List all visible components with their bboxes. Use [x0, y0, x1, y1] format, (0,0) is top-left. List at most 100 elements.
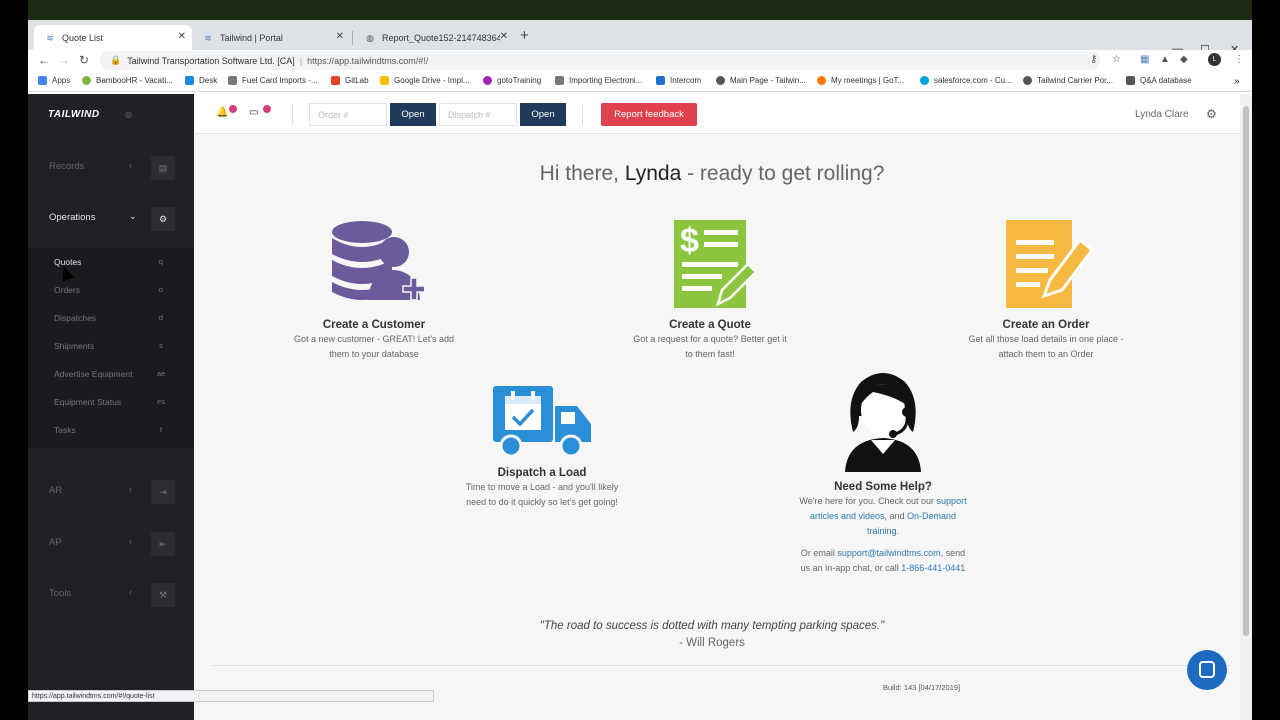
gear-icon[interactable]: ⚙ — [1206, 107, 1217, 121]
bookmark-google-drive[interactable]: Google Drive - Impl... — [380, 76, 470, 85]
bookmark-label: Main Page - Tailwin... — [730, 76, 806, 85]
support-email-link[interactable]: support@tailwindtms.com — [837, 548, 940, 558]
sidebar-item-shipments[interactable]: Shipments — [54, 341, 94, 351]
intercom-chat-button[interactable] — [1187, 650, 1227, 690]
bookmark-gototraining[interactable]: gotoTraining — [483, 76, 541, 85]
bell-icon[interactable]: 🔔 — [216, 107, 228, 118]
bookmark-label: salesforce.com - Cu... — [934, 76, 1012, 85]
message-badge — [263, 105, 271, 113]
close-icon[interactable]: ✕ — [500, 31, 508, 42]
back-arrow-icon[interactable]: ← — [38, 53, 50, 67]
close-icon[interactable]: ✕ — [336, 31, 344, 42]
shortcut-key: ae — [156, 369, 166, 378]
bookmark-intercom[interactable]: Intercom — [656, 76, 701, 85]
bookmark-apps[interactable]: Apps — [38, 76, 70, 85]
sidebar-group-label: AP — [49, 537, 62, 548]
reload-icon[interactable]: ↻ — [79, 53, 89, 67]
key-icon[interactable]: ⚷ — [1090, 54, 1097, 65]
chat-icon[interactable]: ▭ — [249, 107, 258, 118]
tab-divider — [352, 31, 353, 45]
tab-quote-list[interactable]: ≋ Quote List ✕ — [34, 25, 192, 50]
tab-report-pdf[interactable]: ◍ Report_Quote152-2147483648.pdf ✕ — [354, 25, 514, 50]
extension-icon[interactable]: ▦ — [1140, 54, 1149, 65]
sidebar-item-advertise-equipment[interactable]: Advertise Equipment — [54, 369, 132, 379]
bookmark-salesforce[interactable]: salesforce.com - Cu... — [920, 76, 1012, 85]
bookmark-gitlab[interactable]: GitLab — [331, 76, 369, 85]
sidebar-item-tasks[interactable]: Tasks — [54, 425, 76, 435]
dispatch-load-card[interactable]: Dispatch a Load Time to move a Load - an… — [459, 384, 625, 510]
menu-dots-icon[interactable]: ⋮ — [1234, 54, 1244, 65]
create-quote-card[interactable]: $ Create a Quote Got a request for a quo… — [630, 218, 790, 362]
sidebar-item-equipment-status[interactable]: Equipment Status — [54, 397, 121, 407]
bookmark-my-meetings[interactable]: My meetings | GoT... — [817, 76, 904, 85]
close-icon[interactable]: ✕ — [178, 31, 186, 42]
new-tab-button[interactable]: + — [520, 27, 529, 44]
bookmark-label: Fuel Card Imports -... — [242, 76, 318, 85]
sidebar-item-orders[interactable]: Orders — [54, 285, 80, 295]
sidebar-group-records[interactable]: Records ‹ ▤ — [28, 156, 194, 180]
bookmark-main-page[interactable]: Main Page - Tailwin... — [716, 76, 806, 85]
intercom-icon — [656, 76, 665, 85]
bookmark-importing[interactable]: Importing Electroni... — [555, 76, 642, 85]
star-icon[interactable]: ☆ — [1112, 54, 1121, 65]
tailwind-logo[interactable]: TAILWIND — [48, 109, 100, 120]
bookmark-desk[interactable]: Desk — [185, 76, 217, 85]
extension-icon[interactable]: ◆ — [1180, 54, 1188, 65]
bamboohr-icon — [82, 76, 91, 85]
google-drive-icon — [380, 76, 389, 85]
order-number-input[interactable] — [309, 103, 387, 126]
tab-tailwind-portal[interactable]: ≋ Tailwind | Portal ✕ — [192, 25, 350, 50]
create-order-card[interactable]: Create an Order Get all those load detai… — [966, 218, 1126, 362]
status-bar-url: https://app.tailwindtms.com/#!/quote-lis… — [28, 690, 434, 702]
divider — [292, 103, 293, 125]
shortcut-key: s — [159, 341, 163, 350]
sidebar-group-label: Tools — [49, 588, 72, 599]
create-customer-card[interactable]: Create a Customer Got a new customer - G… — [289, 218, 459, 362]
address-bar[interactable]: 🔒 Tailwind Transportation Software Ltd. … — [100, 51, 1100, 70]
bookmark-label: Google Drive - Impl... — [394, 76, 470, 85]
operations-submenu: Quotes q Orders o Dispatches d Shipments… — [28, 248, 194, 448]
gitlab-icon — [331, 76, 340, 85]
sidebar-item-dispatches[interactable]: Dispatches — [54, 313, 96, 323]
profile-avatar[interactable]: L — [1208, 53, 1221, 66]
bookmark-qa-database[interactable]: Q&A database — [1126, 76, 1192, 85]
sidebar-group-ar[interactable]: AR ‹ ⇥ — [28, 480, 194, 504]
tab-title: Report_Quote152-2147483648.pdf — [382, 32, 500, 43]
dispatch-number-input[interactable] — [439, 103, 517, 126]
dispatch-truck-icon — [493, 386, 591, 458]
bookmark-label: Desk — [199, 76, 218, 85]
open-order-button[interactable]: Open — [390, 103, 436, 126]
scrollbar-thumb[interactable] — [1243, 106, 1249, 636]
more-bookmarks-icon[interactable]: » — [1234, 76, 1240, 87]
pin-icon[interactable]: ◎ — [125, 110, 132, 119]
bookmark-label: My meetings | GoT... — [831, 76, 905, 85]
bookmark-bamboohr[interactable]: BambooHR - Vacati... — [82, 76, 173, 85]
card-description: Got a request for a quote? Better get it… — [633, 334, 787, 359]
drive-extension-icon[interactable]: ▲ — [1160, 54, 1170, 65]
sidebar-group-operations[interactable]: Operations ⌄ ⚙ — [28, 207, 194, 231]
bookmark-fuel-card[interactable]: Fuel Card Imports -... — [228, 76, 318, 85]
support-phone-link[interactable]: 1-866-441-0441 — [901, 563, 965, 573]
card-title: Create a Customer — [322, 319, 426, 331]
sidebar-group-tools[interactable]: Tools ‹ ⚒ — [28, 583, 194, 607]
report-feedback-button[interactable]: Report feedback — [601, 103, 697, 126]
open-dispatch-button[interactable]: Open — [520, 103, 566, 126]
sidebar-group-label: Operations — [49, 212, 96, 223]
card-title: Create a Quote — [669, 319, 751, 331]
main-content: 🔔 ▭ Open Open Report feedback Lynda Clar… — [194, 94, 1240, 720]
desk-icon — [185, 76, 194, 85]
apps-grid-icon — [38, 76, 47, 85]
address-separator: | — [299, 55, 303, 66]
support-agent-icon — [845, 373, 921, 472]
forward-arrow-icon[interactable]: → — [58, 53, 70, 67]
user-name[interactable]: Lynda Clare — [1135, 109, 1189, 120]
page-scrollbar[interactable] — [1240, 94, 1252, 720]
card-title: Create an Order — [1002, 319, 1090, 331]
build-info: Build: 143 [04/17/2019] — [883, 683, 961, 692]
quote-author: - Will Rogers — [679, 637, 745, 649]
sidebar-group-label: Records — [49, 161, 85, 172]
sidebar-group-ap[interactable]: AP ‹ ⇤ — [28, 532, 194, 556]
greeting-suffix: - ready to get rolling? — [681, 162, 885, 185]
bookmark-label: BambooHR - Vacati... — [96, 76, 173, 85]
bookmark-carrier-portal[interactable]: Tailwind Carrier Por... — [1023, 76, 1113, 85]
